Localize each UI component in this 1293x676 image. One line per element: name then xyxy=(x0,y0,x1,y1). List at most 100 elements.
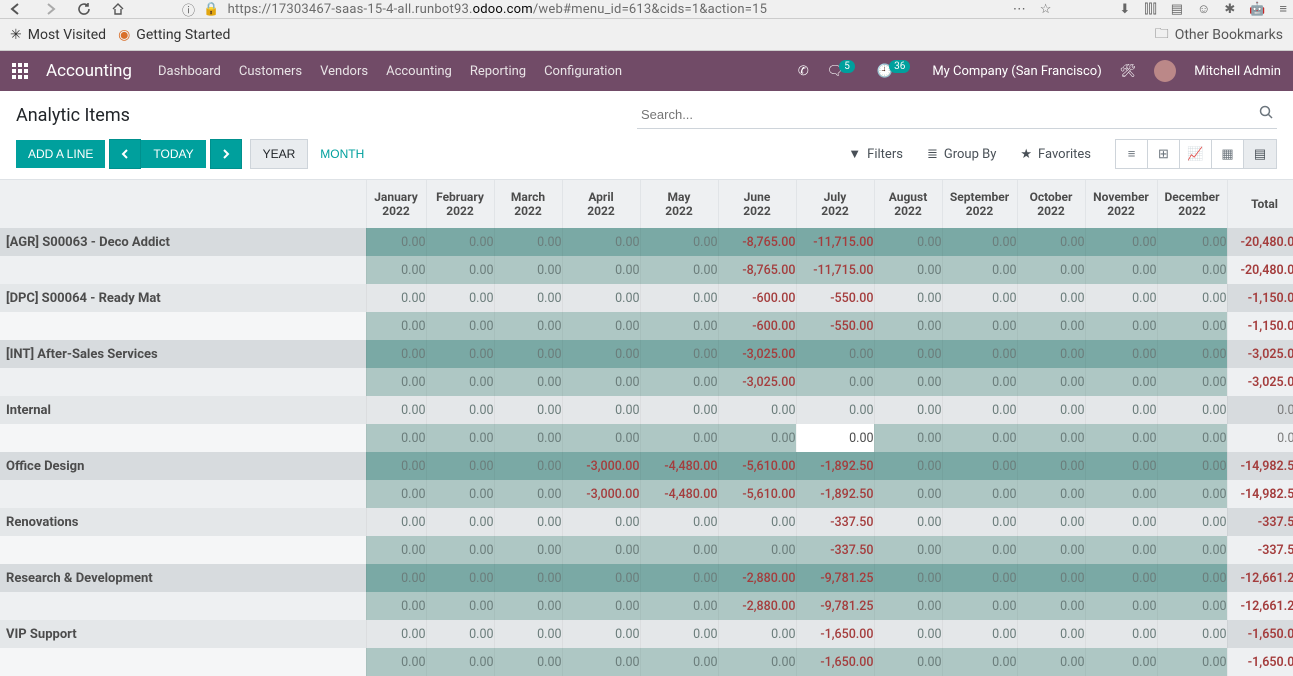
grid-cell[interactable]: 0.00 xyxy=(366,284,426,312)
grid-cell[interactable]: 0.00 xyxy=(796,368,874,396)
menu-customers[interactable]: Customers xyxy=(239,64,302,79)
grid-cell[interactable]: 0.00 xyxy=(426,340,494,368)
grid-cell[interactable]: 0.00 xyxy=(874,284,942,312)
grid-cell[interactable]: 0.00 xyxy=(494,592,562,620)
grid-cell[interactable]: 0.00 xyxy=(1157,284,1227,312)
grid-cell[interactable]: 0.00 xyxy=(640,564,718,592)
grid-cell[interactable]: 0.00 xyxy=(1157,508,1227,536)
grid-cell[interactable]: 0.00 xyxy=(1017,340,1085,368)
grid-cell[interactable]: 0.00 xyxy=(426,424,494,452)
library-icon[interactable]: ⫿⫿⫿ xyxy=(1144,2,1156,17)
grid-cell[interactable]: 0.00 xyxy=(562,228,640,256)
grid-cell[interactable]: 0.00 xyxy=(562,536,640,564)
grid-cell[interactable]: 0.00 xyxy=(942,396,1017,424)
grid-cell[interactable]: 0.00 xyxy=(494,368,562,396)
grid-cell[interactable]: 0.00 xyxy=(562,648,640,676)
grid-cell[interactable]: 0.00 xyxy=(1017,312,1085,340)
grid-cell[interactable]: 0.00 xyxy=(1085,480,1157,508)
grid-cell[interactable]: 0.00 xyxy=(1085,592,1157,620)
grid-cell[interactable]: -9,781.25 xyxy=(796,564,874,592)
grid-cell[interactable]: 0.00 xyxy=(640,508,718,536)
next-period-button[interactable] xyxy=(210,139,242,169)
row-label[interactable]: Internal xyxy=(0,396,366,424)
grid-cell[interactable]: 0.00 xyxy=(1157,424,1227,452)
grid-cell[interactable]: 0.00 xyxy=(1017,480,1085,508)
grid-cell[interactable]: 0.00 xyxy=(562,508,640,536)
groupby-dropdown[interactable]: ≣Group By xyxy=(927,147,996,162)
grid-cell[interactable]: 0.00 xyxy=(718,396,796,424)
grid-cell[interactable]: -11,715.00 xyxy=(796,228,874,256)
grid-cell[interactable]: 0.00 xyxy=(494,312,562,340)
grid-cell[interactable]: 0.00 xyxy=(494,480,562,508)
grid-cell[interactable]: 0.00 xyxy=(942,620,1017,648)
filters-dropdown[interactable]: ▼Filters xyxy=(848,146,903,162)
grid-cell[interactable]: 0.00 xyxy=(874,340,942,368)
grid-cell[interactable]: 0.00 xyxy=(366,396,426,424)
url-bar[interactable]: ⓘ 🔒 https://17303467-saas-15-4-all.runbo… xyxy=(182,0,767,19)
grid-cell[interactable]: 0.00 xyxy=(562,620,640,648)
grid-cell[interactable]: 0.00 xyxy=(640,368,718,396)
grid-cell[interactable]: 0.00 xyxy=(562,312,640,340)
menu-reporting[interactable]: Reporting xyxy=(470,64,526,79)
reload-icon[interactable] xyxy=(74,1,94,17)
grid-cell[interactable]: 0.00 xyxy=(1085,396,1157,424)
grid-cell[interactable]: 0.00 xyxy=(640,648,718,676)
grid-cell[interactable]: 0.00 xyxy=(874,452,942,480)
grid-cell[interactable]: 0.00 xyxy=(640,340,718,368)
row-label[interactable]: [INT] After-Sales Services xyxy=(0,340,366,368)
grid-cell[interactable]: 0.00 xyxy=(366,564,426,592)
account-icon[interactable]: ☺ xyxy=(1197,1,1210,17)
grid-cell[interactable]: -550.00 xyxy=(796,284,874,312)
grid-cell[interactable]: 0.00 xyxy=(494,536,562,564)
grid-cell[interactable]: 0.00 xyxy=(426,452,494,480)
view-kanban-button[interactable]: ▤ xyxy=(1244,140,1276,168)
bookmark-other[interactable]: 🗀Other Bookmarks xyxy=(1155,23,1283,47)
grid-cell[interactable]: 0.00 xyxy=(1085,620,1157,648)
grid-cell[interactable]: 0.00 xyxy=(874,424,942,452)
grid-cell[interactable]: 0.00 xyxy=(1157,368,1227,396)
grid-cell[interactable]: -2,880.00 xyxy=(718,564,796,592)
row-label[interactable]: [DPC] S00064 - Ready Mat xyxy=(0,284,366,312)
grid-cell[interactable]: 0.00 xyxy=(494,648,562,676)
grid-cell[interactable]: 0.00 xyxy=(1157,340,1227,368)
row-label[interactable] xyxy=(0,312,366,340)
grid-cell[interactable]: 0.00 xyxy=(366,424,426,452)
grid-cell[interactable]: -8,765.00 xyxy=(718,256,796,284)
grid-cell[interactable]: 0.00 xyxy=(366,452,426,480)
menu-icon[interactable]: ≡ xyxy=(1279,1,1287,17)
grid-cell[interactable]: 0.00 xyxy=(494,228,562,256)
grid-cell[interactable]: 0.00 xyxy=(1085,312,1157,340)
grid-cell[interactable]: 0.00 xyxy=(1157,480,1227,508)
grid-cell[interactable]: 0.00 xyxy=(874,508,942,536)
grid-cell[interactable]: 0.00 xyxy=(1017,452,1085,480)
company-switcher[interactable]: My Company (San Francisco) xyxy=(932,64,1101,79)
grid-cell[interactable]: 0.00 xyxy=(874,592,942,620)
home-icon[interactable] xyxy=(108,1,128,17)
grid-cell[interactable]: 0.00 xyxy=(942,648,1017,676)
search-input[interactable] xyxy=(637,101,1277,129)
grid-cell[interactable]: 0.00 xyxy=(796,396,874,424)
view-list-button[interactable]: ≡ xyxy=(1116,140,1148,168)
grid-cell[interactable]: 0.00 xyxy=(640,228,718,256)
row-label[interactable]: [AGR] S00063 - Deco Addict xyxy=(0,228,366,256)
activity-icon[interactable]: 🕘36 xyxy=(877,64,914,79)
grid-cell[interactable]: 0.00 xyxy=(366,368,426,396)
menu-configuration[interactable]: Configuration xyxy=(544,64,622,79)
search-icon[interactable] xyxy=(1259,105,1273,119)
grid-cell[interactable]: 0.00 xyxy=(1157,452,1227,480)
grid-cell[interactable]: 0.00 xyxy=(1085,256,1157,284)
messaging-icon[interactable]: 🗨5 xyxy=(827,64,859,79)
grid-cell[interactable]: 0.00 xyxy=(426,620,494,648)
grid-cell[interactable]: 0.00 xyxy=(366,648,426,676)
grid-cell[interactable]: 0.00 xyxy=(1085,368,1157,396)
star-icon[interactable]: ☆ xyxy=(1040,2,1052,17)
grid-cell[interactable]: 0.00 xyxy=(426,284,494,312)
grid-cell[interactable]: 0.00 xyxy=(942,424,1017,452)
debug-icon[interactable]: 🛠 xyxy=(1120,64,1137,79)
scale-month-button[interactable]: MONTH xyxy=(308,139,376,169)
grid-cell[interactable]: 0.00 xyxy=(874,256,942,284)
grid-cell[interactable]: -1,892.50 xyxy=(796,480,874,508)
grid-cell[interactable]: 0.00 xyxy=(366,508,426,536)
voip-icon[interactable]: ✆ xyxy=(798,64,809,79)
grid-cell[interactable]: -9,781.25 xyxy=(796,592,874,620)
